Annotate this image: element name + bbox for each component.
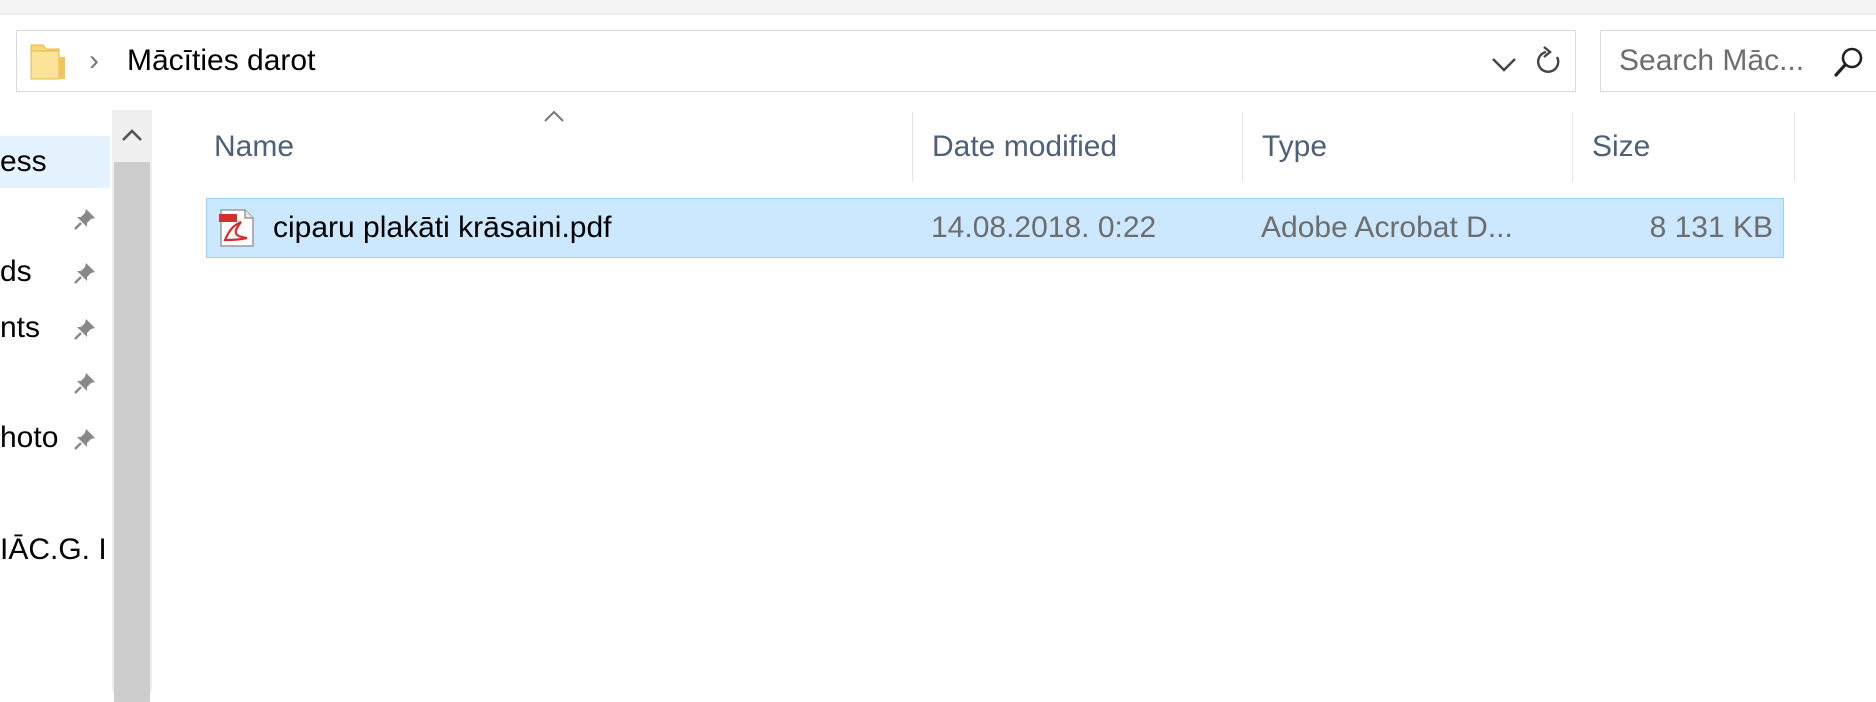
nav-item-label: ess: [0, 145, 47, 178]
window-top-strip: [0, 0, 1876, 15]
search-box[interactable]: [1600, 30, 1876, 92]
column-header-size[interactable]: Size: [1572, 112, 1794, 182]
column-header-date-modified[interactable]: Date modified: [912, 112, 1242, 182]
file-type: Adobe Acrobat D...: [1261, 211, 1513, 244]
scrollbar-thumb[interactable]: [114, 162, 150, 702]
file-name[interactable]: ciparu plakāti krāsaini.pdf: [273, 199, 612, 257]
address-bar[interactable]: › Mācīties darot: [16, 30, 1544, 92]
file-date-modified: 14.08.2018. 0:22: [931, 211, 1157, 244]
breadcrumb-current-folder[interactable]: Mācīties darot: [127, 39, 315, 83]
pin-icon[interactable]: [72, 260, 98, 286]
nav-item-downloads[interactable]: ds: [0, 246, 110, 298]
search-input[interactable]: [1619, 39, 1819, 83]
column-divider[interactable]: [1794, 112, 1795, 182]
pin-icon[interactable]: [72, 316, 98, 342]
nav-item-photos[interactable]: hoto: [0, 412, 110, 464]
search-icon[interactable]: [1833, 45, 1865, 79]
column-header-name[interactable]: Name: [194, 112, 912, 182]
folder-icon: [30, 44, 65, 80]
nav-item-label: hoto: [0, 421, 59, 454]
column-header-type[interactable]: Type: [1242, 112, 1572, 182]
nav-item-pinned[interactable]: [0, 192, 110, 244]
nav-item-documents[interactable]: nts: [0, 302, 110, 354]
pin-icon[interactable]: [72, 370, 98, 396]
nav-item-label: IĀC.G. I: [0, 533, 107, 566]
chevron-up-icon[interactable]: [112, 110, 152, 158]
nav-item-pinned-folder[interactable]: [0, 356, 110, 408]
pin-icon[interactable]: [72, 426, 98, 452]
file-size: 8 131 KB: [1649, 211, 1773, 244]
nav-pane-scrollbar[interactable]: [112, 110, 152, 702]
pin-icon[interactable]: [72, 206, 98, 232]
nav-item-empty[interactable]: [0, 468, 110, 520]
nav-item-folder[interactable]: IĀC.G. I: [0, 524, 110, 576]
nav-item-label: ds: [0, 255, 32, 288]
nav-item-label: nts: [0, 311, 41, 344]
refresh-button[interactable]: [1522, 30, 1576, 92]
refresh-icon: [1537, 46, 1560, 73]
pdf-file-icon: [219, 209, 254, 247]
navigation-pane: ess ds nts hoto IĀC.G. I: [0, 110, 112, 692]
nav-item-quick-access[interactable]: ess: [0, 136, 110, 188]
breadcrumb-separator[interactable]: ›: [89, 39, 99, 83]
file-row[interactable]: ciparu plakāti krāsaini.pdf 14.08.2018. …: [206, 198, 1784, 258]
chevron-down-icon[interactable]: [1485, 41, 1523, 83]
